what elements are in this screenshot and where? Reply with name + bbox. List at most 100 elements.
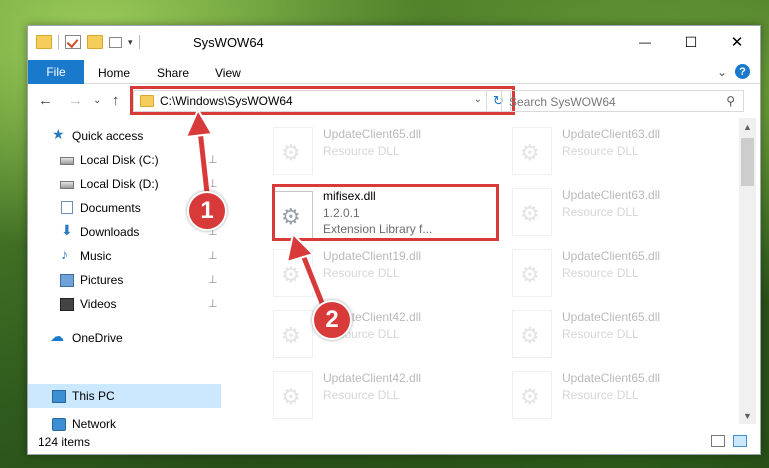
file-tile[interactable]: ⚙ UpdateClient42.dll Resource DLL bbox=[273, 306, 503, 364]
pin-icon[interactable]: ⊥ bbox=[208, 249, 218, 262]
tab-file[interactable]: File bbox=[28, 60, 84, 84]
file-description: Resource DLL bbox=[562, 144, 639, 158]
dll-file-icon: ⚙ bbox=[512, 310, 552, 358]
tab-share[interactable]: Share bbox=[157, 66, 189, 80]
sidebar-item-music[interactable]: ♪ Music ⊥ bbox=[28, 244, 221, 268]
videos-icon bbox=[60, 298, 74, 311]
scroll-thumb[interactable] bbox=[741, 138, 754, 186]
dll-file-icon: ⚙ bbox=[512, 127, 552, 175]
pin-icon[interactable]: ⊥ bbox=[208, 297, 218, 310]
drive-icon bbox=[60, 181, 74, 189]
forward-button[interactable]: → bbox=[68, 92, 83, 109]
file-tile[interactable]: ⚙ UpdateClient63.dll Resource DLL bbox=[512, 123, 742, 181]
sidebar-item-label: Network bbox=[72, 417, 117, 431]
step-callout-2: 2 bbox=[312, 300, 352, 340]
title-bar: ▾ SysWOW64 — ☐ ✕ bbox=[28, 26, 760, 60]
sidebar-item-label: Videos bbox=[80, 297, 117, 311]
file-name: UpdateClient19.dll bbox=[323, 249, 422, 263]
properties-icon[interactable] bbox=[65, 35, 81, 49]
pin-icon[interactable]: ⊥ bbox=[208, 273, 218, 286]
sidebar-item-label: This PC bbox=[72, 389, 115, 403]
download-icon: ⬇ bbox=[61, 222, 73, 238]
window-title: SysWOW64 bbox=[193, 35, 264, 50]
tab-view[interactable]: View bbox=[215, 66, 241, 80]
star-icon: ★ bbox=[52, 126, 65, 142]
file-description: Resource DLL bbox=[323, 388, 400, 402]
expand-ribbon-icon[interactable]: ⌄ bbox=[717, 65, 727, 79]
file-name: UpdateClient65.dll bbox=[562, 310, 661, 324]
sidebar-item-quick-access[interactable]: ★ Quick access bbox=[28, 124, 221, 148]
file-tile[interactable]: ⚙ UpdateClient65.dll Resource DLL bbox=[512, 306, 742, 364]
sidebar-item-label: Music bbox=[80, 249, 112, 263]
file-tile[interactable]: ⚙ UpdateClient65.dll Resource DLL bbox=[512, 245, 742, 303]
status-bar: 124 items bbox=[28, 430, 760, 454]
new-folder-icon[interactable] bbox=[87, 35, 103, 49]
sidebar-item-label: Local Disk (C:) bbox=[80, 153, 159, 167]
sidebar-item-this-pc[interactable]: This PC bbox=[28, 384, 221, 408]
tab-home[interactable]: Home bbox=[98, 66, 130, 80]
pin-icon[interactable]: ⊥ bbox=[208, 177, 218, 190]
customize-toolbar-icon[interactable] bbox=[109, 36, 122, 48]
search-box[interactable]: Search SysWOW64 ⚲ bbox=[501, 90, 744, 112]
scroll-up-button[interactable]: ▲ bbox=[739, 118, 756, 135]
sidebar-item-label: Local Disk (D:) bbox=[80, 177, 159, 191]
help-icon[interactable]: ? bbox=[735, 64, 750, 79]
ribbon-tabs: File Home Share View ⌄ ? bbox=[28, 60, 760, 84]
up-button[interactable]: ↑ bbox=[112, 92, 120, 109]
sidebar-item-videos[interactable]: Videos ⊥ bbox=[28, 292, 221, 316]
file-name: UpdateClient65.dll bbox=[562, 249, 661, 263]
maximize-button[interactable]: ☐ bbox=[668, 26, 714, 58]
sidebar-item-label: Downloads bbox=[80, 225, 140, 239]
dll-file-icon: ⚙ bbox=[273, 371, 313, 419]
gear-icon: ⚙ bbox=[281, 384, 301, 409]
vertical-scrollbar[interactable]: ▲ ▼ bbox=[739, 118, 756, 424]
sidebar-item-onedrive[interactable]: ☁ OneDrive bbox=[28, 326, 221, 350]
search-input[interactable]: Search SysWOW64 bbox=[509, 95, 616, 109]
sidebar-item-local-disk-d[interactable]: Local Disk (D:) ⊥ bbox=[28, 172, 221, 196]
address-bar-highlight bbox=[130, 86, 515, 115]
gear-icon: ⚙ bbox=[281, 323, 301, 348]
file-name: UpdateClient63.dll bbox=[562, 127, 661, 141]
dll-file-icon: ⚙ bbox=[512, 371, 552, 419]
file-tile[interactable]: ⚙ UpdateClient63.dll Resource DLL bbox=[512, 184, 742, 242]
scroll-down-button[interactable]: ▼ bbox=[739, 407, 756, 424]
step-callout-1: 1 bbox=[187, 191, 227, 231]
back-button[interactable]: ← bbox=[38, 92, 53, 109]
file-tile[interactable]: ⚙ UpdateClient19.dll Resource DLL bbox=[273, 245, 503, 303]
dll-file-icon: ⚙ bbox=[512, 188, 552, 236]
sidebar-item-network[interactable]: Network bbox=[28, 416, 221, 431]
file-name: UpdateClient63.dll bbox=[562, 188, 661, 202]
cloud-icon: ☁ bbox=[50, 328, 64, 344]
dll-file-icon: ⚙ bbox=[273, 310, 313, 358]
pin-icon[interactable]: ⊥ bbox=[208, 153, 218, 166]
close-button[interactable]: ✕ bbox=[714, 26, 760, 58]
dll-file-icon: ⚙ bbox=[512, 249, 552, 297]
gear-icon: ⚙ bbox=[281, 140, 301, 165]
file-name: UpdateClient65.dll bbox=[562, 371, 661, 385]
file-tile[interactable]: ⚙ UpdateClient42.dll Resource DLL bbox=[273, 367, 503, 425]
sidebar-item-pictures[interactable]: Pictures ⊥ bbox=[28, 268, 221, 292]
pictures-icon bbox=[60, 274, 74, 287]
file-description: Resource DLL bbox=[323, 144, 400, 158]
sidebar-item-local-disk-c[interactable]: Local Disk (C:) ⊥ bbox=[28, 148, 221, 172]
file-description: Resource DLL bbox=[562, 388, 639, 402]
gear-icon: ⚙ bbox=[281, 262, 301, 287]
file-tile[interactable]: ⚙ UpdateClient65.dll Resource DLL bbox=[273, 123, 503, 181]
recent-locations-button[interactable]: ⌄ bbox=[93, 95, 101, 106]
minimize-button[interactable]: — bbox=[622, 26, 668, 58]
quick-access-toolbar: ▾ bbox=[36, 35, 140, 49]
file-highlight bbox=[272, 184, 499, 241]
file-explorer-window: ▾ SysWOW64 — ☐ ✕ File Home Share View ⌄ … bbox=[27, 25, 761, 455]
toolbar-dropdown-icon[interactable]: ▾ bbox=[128, 37, 133, 48]
file-name: UpdateClient42.dll bbox=[323, 371, 422, 385]
folder-icon bbox=[36, 35, 52, 49]
sidebar-item-label: Quick access bbox=[72, 129, 144, 143]
sidebar-item-label: Documents bbox=[80, 201, 141, 215]
details-view-icon[interactable] bbox=[711, 435, 725, 447]
item-count: 124 items bbox=[38, 435, 91, 449]
file-tile[interactable]: ⚙ UpdateClient65.dll Resource DLL bbox=[512, 367, 742, 425]
large-icons-view-icon[interactable] bbox=[733, 435, 747, 447]
ribbon-right-controls: ⌄ ? bbox=[717, 64, 750, 79]
divider bbox=[58, 35, 59, 49]
search-icon[interactable]: ⚲ bbox=[726, 94, 735, 108]
